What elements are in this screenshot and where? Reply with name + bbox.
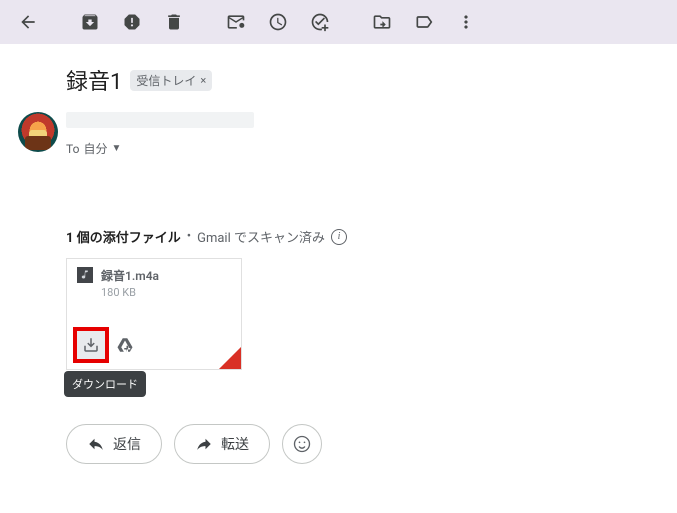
inbox-chip[interactable]: 受信トレイ × [130,70,212,91]
toolbar [0,0,677,44]
emoji-reaction-button[interactable] [282,424,322,464]
email-content: 録音1 受信トレイ × To 自分 ▼ 1 個の添付ファイル • Gmail で… [0,44,677,494]
email-subject: 録音1 [66,64,122,96]
reply-button[interactable]: 返信 [66,424,162,464]
snooze-button[interactable] [258,2,298,42]
inbox-chip-remove[interactable]: × [200,74,206,87]
labels-button[interactable] [404,2,444,42]
attachment-actions [77,331,139,359]
mark-unread-button[interactable] [216,2,256,42]
archive-button[interactable] [70,2,110,42]
reply-label: 返信 [113,434,141,454]
forward-button[interactable]: 転送 [174,424,270,464]
move-to-button[interactable] [362,2,402,42]
back-button[interactable] [8,2,48,42]
inbox-chip-label: 受信トレイ [136,72,196,89]
attachment-size: 180 KB [101,286,159,299]
separator-dot: • [187,229,191,244]
sender-name-redacted [66,112,254,128]
delete-button[interactable] [154,2,194,42]
dogear-icon [219,347,241,369]
recipients-target: 自分 [83,140,107,157]
report-spam-button[interactable] [112,2,152,42]
recipients[interactable]: To 自分 ▼ [66,140,677,157]
scan-status: Gmail でスキャン済み [197,227,325,246]
more-button[interactable] [446,2,486,42]
attachment-card[interactable]: 録音1.m4a 180 KB ダウンロード [66,258,242,370]
add-to-tasks-button[interactable] [300,2,340,42]
download-tooltip: ダウンロード [64,371,146,397]
sender-block: To 自分 ▼ [66,112,677,157]
download-button[interactable] [77,331,105,359]
audio-file-icon [77,267,93,283]
save-to-drive-button[interactable] [111,331,139,359]
chevron-down-icon: ▼ [111,143,121,154]
forward-label: 転送 [221,434,249,454]
attachments-count: 1 個の添付ファイル [66,227,181,246]
info-icon[interactable]: i [331,229,347,245]
attachments-header: 1 個の添付ファイル • Gmail でスキャン済み i [66,227,677,246]
attachment-filename: 録音1.m4a [101,267,159,284]
subject-row: 録音1 受信トレイ × [66,64,677,96]
avatar[interactable] [18,112,58,152]
recipients-prefix: To [66,142,79,156]
reply-row: 返信 転送 [66,424,677,464]
